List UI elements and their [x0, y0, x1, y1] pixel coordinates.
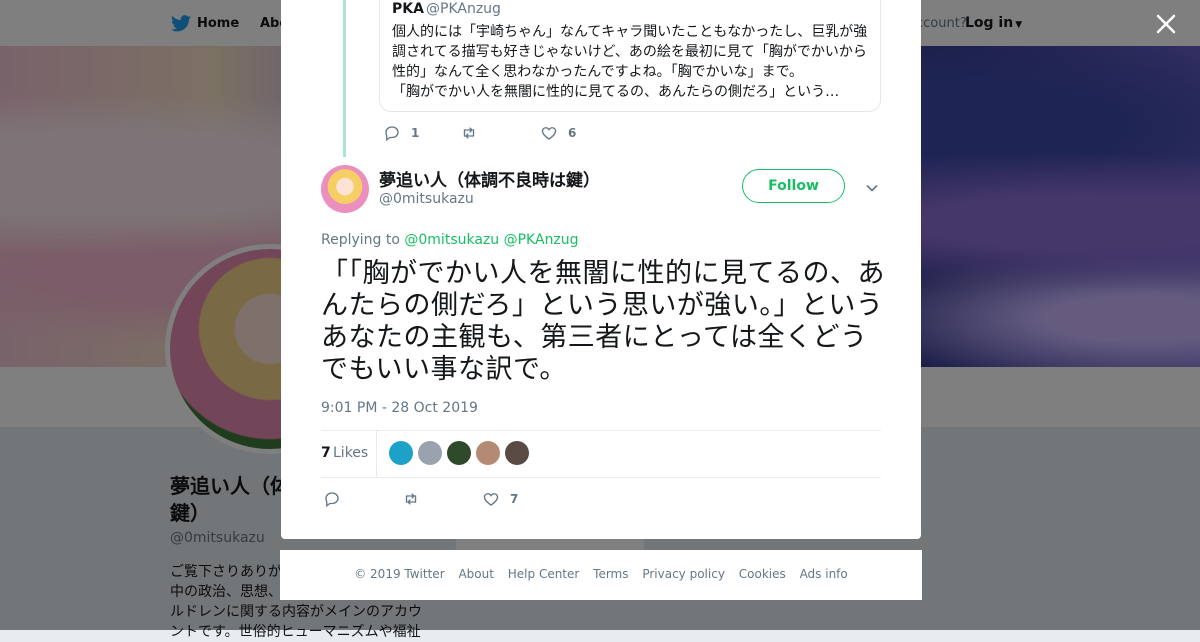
thread-connector-line: [343, 0, 346, 157]
replying-to-label: Replying to: [321, 232, 400, 248]
follow-button[interactable]: Follow: [742, 169, 845, 203]
reply-button[interactable]: [323, 489, 341, 509]
retweet-button[interactable]: [460, 123, 478, 143]
chevron-down-icon[interactable]: [865, 181, 879, 195]
close-icon[interactable]: [1154, 12, 1178, 36]
footer-copyright: © 2019 Twitter: [354, 567, 445, 581]
divider: [321, 430, 881, 431]
liker-avatar[interactable]: [389, 441, 413, 465]
tweet-author-avatar[interactable]: [321, 165, 369, 213]
mention-link[interactable]: @0mitsukazu: [404, 232, 499, 248]
tweet-author-handle[interactable]: @0mitsukazu: [379, 191, 474, 207]
footer-link-ads-info[interactable]: Ads info: [800, 567, 848, 581]
likes-label[interactable]: Likes: [333, 445, 368, 461]
like-count: 7: [510, 492, 519, 506]
footer-link-about[interactable]: About: [458, 567, 493, 581]
footer-link-privacy[interactable]: Privacy policy: [642, 567, 725, 581]
quoted-tweet-text: 個人的には「宇崎ちゃん」なんてキャラ聞いたこともなかったし、巨乳が強調されてる描…: [392, 24, 868, 100]
heart-icon: [483, 493, 499, 506]
like-count: 6: [568, 126, 577, 140]
reply-button[interactable]: 1: [383, 123, 419, 143]
tweet-modal: PKA @PKAnzug 個人的には「宇崎ちゃん」なんてキャラ聞いたこともなかっ…: [281, 0, 921, 539]
divider: [321, 477, 881, 478]
divider: [376, 430, 377, 477]
quoted-tweet-name: PKA: [392, 1, 424, 17]
retweet-icon: [405, 493, 417, 505]
likes-count[interactable]: 7: [321, 445, 331, 461]
quoted-tweet-handle: @PKAnzug: [426, 1, 501, 17]
like-button[interactable]: 6: [540, 123, 576, 143]
reply-icon: [325, 492, 339, 508]
tweet-text: 「「胸がでかい人を無闇に性的に見てるの、あんたらの側だろ」という思いが強い。」と…: [321, 258, 885, 385]
retweet-button[interactable]: [402, 489, 420, 509]
quoted-tweet-card[interactable]: PKA @PKAnzug 個人的には「宇崎ちゃん」なんてキャラ聞いたこともなかっ…: [379, 0, 881, 112]
reply-count: 1: [411, 126, 420, 140]
liker-avatar[interactable]: [505, 441, 529, 465]
replying-to-line: Replying to @0mitsukazu @PKAnzug: [321, 232, 579, 248]
reply-icon: [385, 126, 399, 142]
footer-link-cookies[interactable]: Cookies: [739, 567, 786, 581]
footer: © 2019 Twitter About Help Center Terms P…: [280, 550, 922, 600]
retweet-icon: [463, 127, 475, 139]
like-button[interactable]: 7: [482, 489, 518, 509]
liker-avatar[interactable]: [476, 441, 500, 465]
liker-avatar[interactable]: [418, 441, 442, 465]
tweet-timestamp[interactable]: 9:01 PM - 28 Oct 2019: [321, 400, 478, 416]
liker-avatar[interactable]: [447, 441, 471, 465]
tweet-author-name[interactable]: 夢追い人（体調不良時は鍵）: [379, 166, 600, 191]
footer-link-help-center[interactable]: Help Center: [508, 567, 580, 581]
heart-icon: [541, 127, 557, 140]
mention-link[interactable]: @PKAnzug: [504, 232, 579, 248]
footer-link-terms[interactable]: Terms: [593, 567, 628, 581]
footer-links: © 2019 Twitter About Help Center Terms P…: [280, 567, 922, 581]
